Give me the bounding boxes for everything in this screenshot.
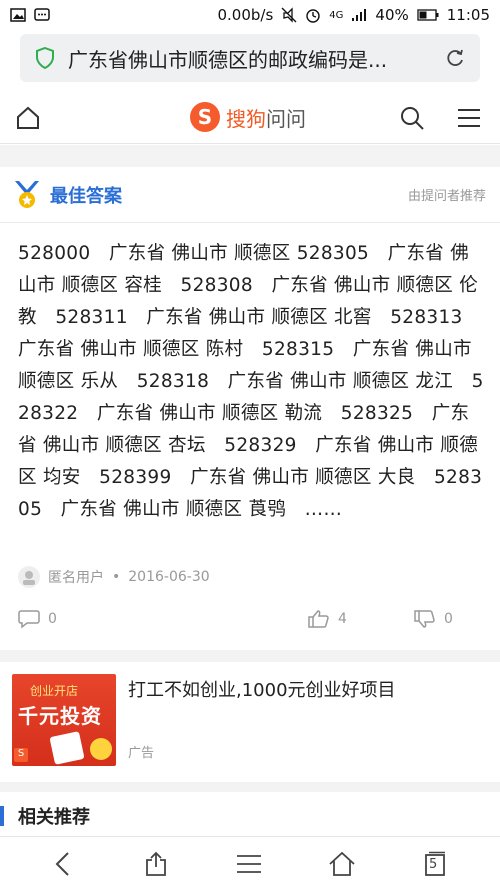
home-icon[interactable] xyxy=(14,104,42,132)
browser-toolbar: 5 xyxy=(0,836,500,889)
answer-meta: 匿名用户 • 2016-06-30 xyxy=(18,566,210,588)
site-header: S 搜狗 问问 xyxy=(0,92,500,144)
like-button[interactable]: 4 xyxy=(308,604,347,634)
menu-lines-icon[interactable] xyxy=(234,849,264,879)
share-icon[interactable] xyxy=(141,849,171,879)
anonymous-avatar-icon xyxy=(18,566,40,588)
dislike-count: 0 xyxy=(444,611,453,627)
related-title: 相关推荐 xyxy=(18,807,90,828)
address-bar[interactable]: 广东省佛山市顺德区的邮政编码是... xyxy=(20,34,480,82)
network-type: 4G xyxy=(329,9,344,21)
ad-illustration xyxy=(49,731,85,765)
menu-icon[interactable] xyxy=(456,106,482,130)
section-divider xyxy=(0,145,500,167)
battery-level: 40% xyxy=(375,6,409,24)
ad-title[interactable]: 打工不如创业,1000元创业好项目 xyxy=(128,676,396,702)
ad-label: 广告 xyxy=(128,746,155,761)
thumbs-up-icon xyxy=(308,610,329,628)
comment-count: 0 xyxy=(48,611,57,627)
related-section-header: 相关推荐 xyxy=(0,800,500,832)
comment-icon xyxy=(18,610,40,629)
thumbs-down-icon xyxy=(414,610,435,628)
ad-badge xyxy=(90,738,112,760)
home-icon[interactable] xyxy=(327,849,357,879)
image-notification-icon xyxy=(10,8,26,22)
best-answer-header: 最佳答案 由提问者推荐 xyxy=(0,167,500,223)
recommended-by-label: 由提问者推荐 xyxy=(407,189,486,204)
status-bar: 0.00b/s 4G 40% 11:05 xyxy=(0,0,500,30)
signal-icon xyxy=(351,8,367,22)
section-divider xyxy=(0,650,500,662)
back-icon[interactable] xyxy=(48,849,78,879)
meta-dot: • xyxy=(112,569,121,585)
brand-name-secondary: 问问 xyxy=(266,106,306,131)
medal-icon xyxy=(14,180,40,210)
answer-actions: 0 4 0 xyxy=(0,604,500,636)
shield-icon[interactable] xyxy=(32,45,58,71)
ad-image-text-top: 创业开店 xyxy=(30,684,79,698)
ad-card[interactable]: 创业开店 千元投资 S 打工不如创业,1000元创业好项目 广告 xyxy=(0,662,500,780)
section-divider xyxy=(0,782,500,792)
clock-time: 11:05 xyxy=(446,6,490,24)
section-accent-bar xyxy=(0,806,4,826)
message-notification-icon xyxy=(34,7,50,23)
alarm-icon xyxy=(305,7,321,23)
url-text[interactable]: 广东省佛山市顺德区的邮政编码是... xyxy=(68,44,428,73)
tabs-button[interactable]: 5 xyxy=(420,849,450,879)
reload-icon[interactable] xyxy=(442,45,468,71)
ad-image[interactable]: 创业开店 千元投资 S xyxy=(12,674,116,766)
mute-icon xyxy=(281,7,297,23)
comment-button[interactable]: 0 xyxy=(18,604,57,634)
sogou-small-logo-icon: S xyxy=(14,748,28,762)
battery-icon xyxy=(417,9,439,21)
brand-name-primary: 搜狗 xyxy=(226,106,266,131)
answer-text: 528000 广东省 佛山市 顺德区 528305 广东省 佛山市 顺德区 容桂… xyxy=(18,243,484,520)
ad-image-text-main: 千元投资 xyxy=(18,704,102,728)
site-logo[interactable]: S 搜狗 问问 xyxy=(190,102,306,132)
tabs-count: 5 xyxy=(429,857,438,872)
sogou-logo-icon: S xyxy=(190,102,220,132)
best-answer-title: 最佳答案 xyxy=(50,185,122,207)
like-count: 4 xyxy=(338,611,347,627)
dislike-button[interactable]: 0 xyxy=(414,604,453,634)
answer-user[interactable]: 匿名用户 xyxy=(48,567,104,587)
answer-date: 2016-06-30 xyxy=(128,569,210,585)
network-speed: 0.00b/s xyxy=(217,6,274,24)
search-icon[interactable] xyxy=(398,104,426,132)
